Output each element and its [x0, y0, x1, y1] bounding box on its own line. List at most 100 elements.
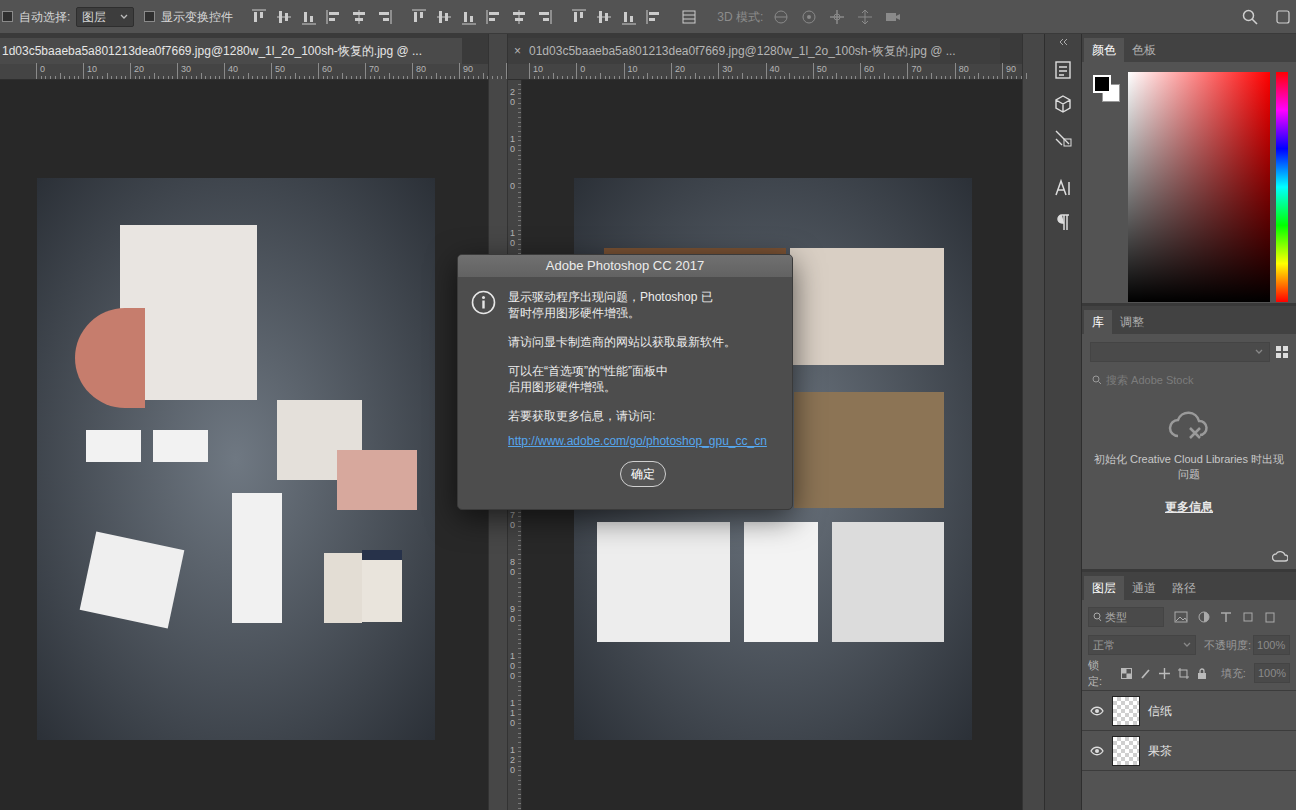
ruler-label: 0	[510, 182, 519, 192]
ruler-label: 30	[181, 64, 191, 74]
align-top-icon[interactable]	[251, 9, 267, 25]
search-icon	[1092, 375, 1102, 385]
layers-panel: 图层 通道 路径 类型 正常 不透明度:	[1082, 572, 1296, 810]
lock-transparent-icon[interactable]	[1121, 668, 1132, 679]
ruler-label: 80	[959, 64, 969, 74]
document-tab[interactable]: 1d03c5baaeba5a801213dea0f7669.jpg@1280w_…	[0, 38, 462, 64]
distribute-spacing-icon[interactable]	[596, 9, 612, 25]
distribute-spacing-icon[interactable]	[646, 9, 662, 25]
panel-tab[interactable]: 颜色	[1084, 38, 1124, 62]
collapse-icon[interactable]	[1057, 38, 1069, 46]
stock-search-input[interactable]	[1106, 372, 1286, 389]
fill-field[interactable]: 100%	[1254, 663, 1290, 683]
align-hcenter-icon[interactable]	[351, 9, 367, 25]
ruler-label: 10	[533, 64, 543, 74]
camera-3d-icon[interactable]	[885, 9, 901, 25]
ruler-label: 100	[510, 652, 519, 682]
distribute-icon[interactable]	[511, 9, 527, 25]
auto-select-dropdown[interactable]: 图层	[76, 7, 134, 27]
opacity-field[interactable]: 100%	[1253, 635, 1290, 655]
ruler-label: 70	[510, 511, 519, 531]
sync-icon[interactable]	[1272, 551, 1288, 563]
workspace-icon[interactable]	[1276, 10, 1290, 24]
layer-list: 信纸果茶	[1082, 690, 1296, 771]
ruler-label: 20	[134, 64, 144, 74]
ruler-label: 10	[510, 229, 519, 249]
history-icon[interactable]	[1053, 60, 1073, 80]
color-field[interactable]	[1128, 72, 1270, 302]
horizontal-ruler: 100102030405060708090	[508, 64, 1022, 80]
character-icon[interactable]	[1053, 178, 1073, 198]
drag-3d-icon[interactable]	[829, 9, 845, 25]
library-error-message: 初始化 Creative Cloud Libraries 时出现问题	[1091, 452, 1287, 482]
search-icon[interactable]	[1242, 9, 1258, 25]
distribute-icon[interactable]	[536, 9, 552, 25]
panel-tab[interactable]: 色板	[1124, 38, 1164, 62]
show-transform-label: 显示变换控件	[161, 8, 233, 26]
gpu-help-link[interactable]: http://www.adobe.com/go/photoshop_gpu_cc…	[508, 433, 767, 449]
layer-filter-dropdown[interactable]: 类型	[1088, 607, 1164, 627]
align-bottom-icon[interactable]	[301, 9, 317, 25]
panel-icon-column	[1044, 34, 1082, 810]
options-bar: 自动选择: 图层 显示变换控件 3D 模式:	[0, 0, 1296, 34]
image-filter-icon[interactable]	[1174, 611, 1188, 623]
rotate-3d-icon[interactable]	[773, 9, 789, 25]
ok-button[interactable]: 确定	[620, 461, 666, 487]
layer-row[interactable]: 信纸	[1082, 691, 1296, 731]
show-transform-checkbox[interactable]	[144, 11, 155, 22]
dialog-title-bar: Adobe Photoshop CC 2017	[458, 255, 792, 277]
shape-filter-icon[interactable]	[1242, 611, 1254, 623]
lock-position-icon[interactable]	[1159, 668, 1170, 679]
paragraph-icon[interactable]	[1053, 212, 1073, 232]
distribute-spacing-icon[interactable]	[571, 9, 587, 25]
stock-search[interactable]	[1090, 370, 1288, 390]
lock-artboard-icon[interactable]	[1178, 668, 1189, 679]
auto-select-checkbox[interactable]	[2, 11, 13, 22]
visibility-eye-icon[interactable]	[1082, 746, 1112, 756]
ruler-label: 60	[322, 64, 332, 74]
distribute-icon[interactable]	[461, 9, 477, 25]
library-dropdown[interactable]	[1090, 342, 1270, 362]
roll-3d-icon[interactable]	[801, 9, 817, 25]
document-tab[interactable]: × 01d03c5baaeba5a801213dea0f7669.jpg@128…	[508, 38, 1000, 64]
align-right-icon[interactable]	[376, 9, 392, 25]
blend-mode-dropdown[interactable]: 正常	[1088, 635, 1196, 655]
ruler-label: 20	[510, 88, 519, 108]
layer-thumbnail	[1112, 736, 1140, 766]
panel-tab[interactable]: 路径	[1164, 576, 1204, 600]
chevron-down-icon	[120, 14, 128, 20]
panel-tab[interactable]: 库	[1084, 310, 1112, 334]
ruler-label: 40	[228, 64, 238, 74]
ruler-label: 40	[770, 64, 780, 74]
ruler-label: 90	[1006, 64, 1016, 74]
type-filter-icon[interactable]	[1220, 611, 1232, 623]
panel-tab[interactable]: 图层	[1084, 576, 1124, 600]
brush-settings-icon[interactable]	[1053, 128, 1073, 148]
distribute-spacing-icon[interactable]	[621, 9, 637, 25]
panel-tab[interactable]: 通道	[1124, 576, 1164, 600]
layer-row[interactable]: 果茶	[1082, 731, 1296, 771]
more-info-link[interactable]: 更多信息	[1165, 498, 1213, 516]
visibility-eye-icon[interactable]	[1082, 706, 1112, 716]
distribute-icon[interactable]	[436, 9, 452, 25]
info-icon	[471, 290, 496, 315]
align-left-icon[interactable]	[326, 9, 342, 25]
adjustment-filter-icon[interactable]	[1198, 611, 1210, 623]
panel-tab[interactable]: 调整	[1112, 310, 1152, 334]
auto-align-icon[interactable]	[681, 9, 697, 25]
distribute-icon[interactable]	[411, 9, 427, 25]
3d-cube-icon[interactable]	[1053, 94, 1073, 114]
align-vcenter-icon[interactable]	[276, 9, 292, 25]
close-tab-button[interactable]: ×	[514, 42, 521, 60]
slide-3d-icon[interactable]	[857, 9, 873, 25]
ruler-label: 10	[87, 64, 97, 74]
grid-view-icon[interactable]	[1276, 346, 1288, 358]
smart-object-filter-icon[interactable]	[1264, 611, 1276, 623]
distribute-icon[interactable]	[486, 9, 502, 25]
lock-pixels-icon[interactable]	[1140, 668, 1151, 679]
ruler-label: 60	[864, 64, 874, 74]
lock-all-icon[interactable]	[1197, 668, 1207, 679]
ruler-label: 0	[580, 64, 585, 74]
foreground-color-swatch[interactable]	[1093, 75, 1111, 93]
hue-slider[interactable]	[1276, 72, 1288, 302]
